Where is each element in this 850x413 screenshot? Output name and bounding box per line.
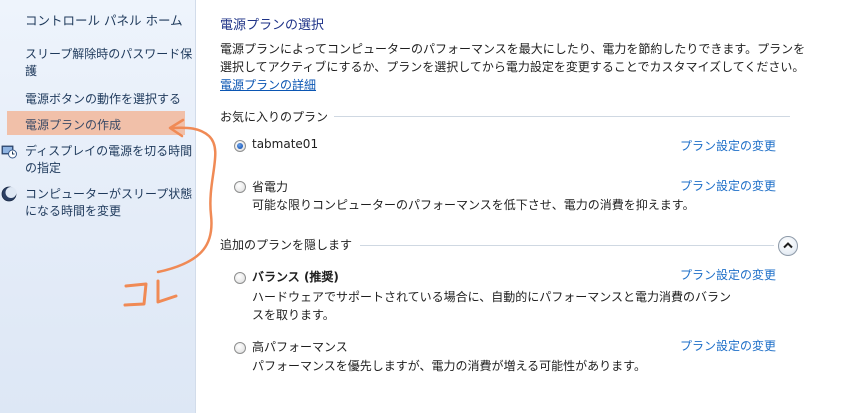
plan-radio-power-saver[interactable] <box>234 181 246 193</box>
additional-plans-header: 追加のプランを隠します <box>220 238 353 252</box>
plan-details-link[interactable]: 電源プランの詳細 <box>220 78 316 92</box>
plan-name-high-performance: 高パフォーマンス <box>252 340 348 354</box>
sidebar-item-sleep-time[interactable]: コンピューターがスリープ状態になる時間を変更 <box>25 186 193 220</box>
main-content: 電源プランの選択 電源プランによってコンピューターのパフォーマンスを最大にしたり… <box>196 0 850 413</box>
sleep-moon-icon <box>1 186 17 202</box>
plan-name-balanced: バランス (推奨) <box>252 270 339 284</box>
change-plan-settings-link[interactable]: プラン設定の変更 <box>680 177 776 194</box>
sidebar-item-create-plan[interactable]: 電源プランの作成 <box>25 116 121 133</box>
plan-radio-tabmate01[interactable] <box>234 140 246 152</box>
left-task-pane: コントロール パネル ホーム スリープ解除時のパスワード保護 電源ボタンの動作を… <box>0 0 196 413</box>
sidebar-item-wake-password[interactable]: スリープ解除時のパスワード保護 <box>25 46 193 80</box>
additional-divider <box>360 245 774 246</box>
chevron-up-icon <box>783 242 793 249</box>
page-description: 電源プランによってコンピューターのパフォーマンスを最大にしたり、電力を節約したり… <box>220 40 810 94</box>
change-plan-settings-link[interactable]: プラン設定の変更 <box>680 266 776 283</box>
control-panel-home-link[interactable]: コントロール パネル ホーム <box>25 10 183 29</box>
collapse-button[interactable] <box>778 236 798 256</box>
favorites-divider <box>334 116 790 117</box>
change-plan-settings-link[interactable]: プラン設定の変更 <box>680 137 776 154</box>
sidebar-item-display-off[interactable]: ディスプレイの電源を切る時間の指定 <box>25 143 193 177</box>
plan-radio-balanced[interactable] <box>234 272 246 284</box>
display-clock-icon <box>1 145 17 159</box>
plan-description-balanced: ハードウェアでサポートされている場合に、自動的にパフォーマンスと電力消費のバラン… <box>252 290 732 322</box>
sidebar-item-power-button[interactable]: 電源ボタンの動作を選択する <box>25 91 193 108</box>
plan-description-high-performance: パフォーマンスを優先しますが、電力の消費が増える可能性があります。 <box>252 359 646 373</box>
plan-name-tabmate01: tabmate01 <box>252 137 319 151</box>
favorite-plans-header: お気に入りのプラン <box>220 110 329 124</box>
plan-name-power-saver: 省電力 <box>252 180 289 194</box>
plan-description-power-saver: 可能な限りコンピューターのパフォーマンスを低下させ、電力の消費を抑えます。 <box>252 198 695 212</box>
plan-radio-high-performance[interactable] <box>234 342 246 354</box>
description-text: 電源プランによってコンピューターのパフォーマンスを最大にしたり、電力を節約したり… <box>220 42 806 74</box>
page-title: 電源プランの選択 <box>220 18 325 33</box>
change-plan-settings-link[interactable]: プラン設定の変更 <box>680 337 776 354</box>
